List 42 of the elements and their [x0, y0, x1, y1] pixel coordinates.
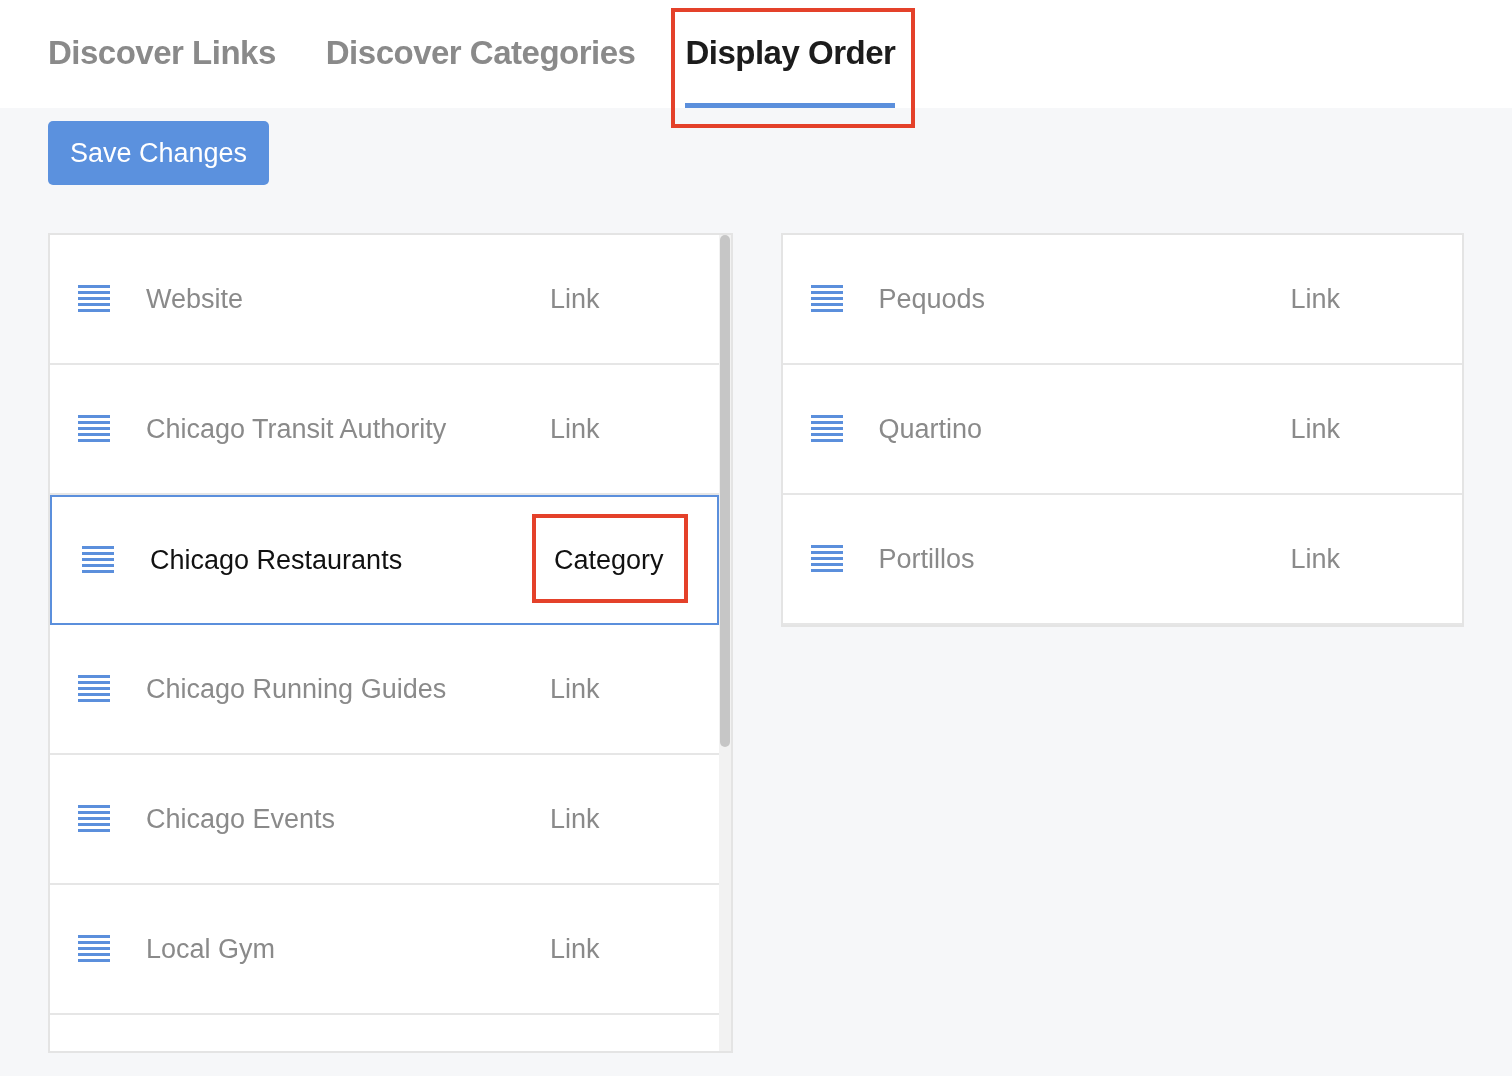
- item-name: Local Gym: [146, 933, 277, 965]
- drag-handle-icon[interactable]: [78, 285, 110, 313]
- drag-handle-icon[interactable]: [78, 415, 110, 443]
- item-type: Category: [554, 544, 664, 576]
- list-row[interactable]: Chicago Restaurants Category: [50, 495, 719, 625]
- drag-handle-icon[interactable]: [810, 545, 843, 573]
- item-type: Link: [1290, 413, 1341, 445]
- list-row[interactable]: Chicago Running Guides Link: [50, 625, 719, 755]
- list-row[interactable]: Pequods Link: [782, 235, 1462, 365]
- tab[interactable]: Display Order: [685, 0, 896, 108]
- item-name: Chicago Restaurants: [150, 544, 404, 576]
- item-name: Pequods: [878, 283, 987, 315]
- list-row[interactable]: Portillos Link: [782, 495, 1462, 625]
- drag-handle-icon[interactable]: [82, 546, 114, 574]
- item-name: Website: [146, 283, 245, 315]
- tab[interactable]: Discover Categories: [325, 0, 636, 108]
- list-row[interactable]: Quartino Link: [782, 365, 1462, 495]
- list-row[interactable]: Local Gym Link: [50, 885, 719, 1015]
- item-type: Link: [550, 933, 600, 965]
- item-type: Link: [1290, 543, 1341, 575]
- list-row[interactable]: Chicago Events Link: [50, 755, 719, 885]
- list-row[interactable]: Chicago Transit Authority Link: [50, 365, 719, 495]
- list-row[interactable]: Website Link: [50, 235, 719, 365]
- item-name: Chicago Running Guides: [146, 673, 448, 705]
- item-name: Chicago Events: [146, 803, 337, 835]
- item-type: Link: [550, 413, 600, 445]
- item-name: Quartino: [878, 413, 984, 445]
- scrollbar-thumb[interactable]: [719, 235, 730, 747]
- item-name: Portillos: [878, 543, 976, 575]
- item-type: Link: [550, 803, 600, 835]
- item-name: Chicago Transit Authority: [146, 413, 448, 445]
- tab[interactable]: Discover Links: [48, 0, 276, 108]
- drag-handle-icon[interactable]: [810, 285, 843, 313]
- item-type: Link: [550, 283, 600, 315]
- drag-handle-icon[interactable]: [78, 805, 110, 833]
- drag-handle-icon[interactable]: [810, 415, 843, 443]
- drag-handle-icon[interactable]: [78, 675, 110, 703]
- item-type: Link: [550, 673, 600, 705]
- drag-handle-icon[interactable]: [78, 935, 110, 963]
- save-button[interactable]: Save Changes: [48, 121, 269, 185]
- item-type: Link: [1290, 283, 1341, 315]
- scrollbar[interactable]: [718, 235, 731, 1051]
